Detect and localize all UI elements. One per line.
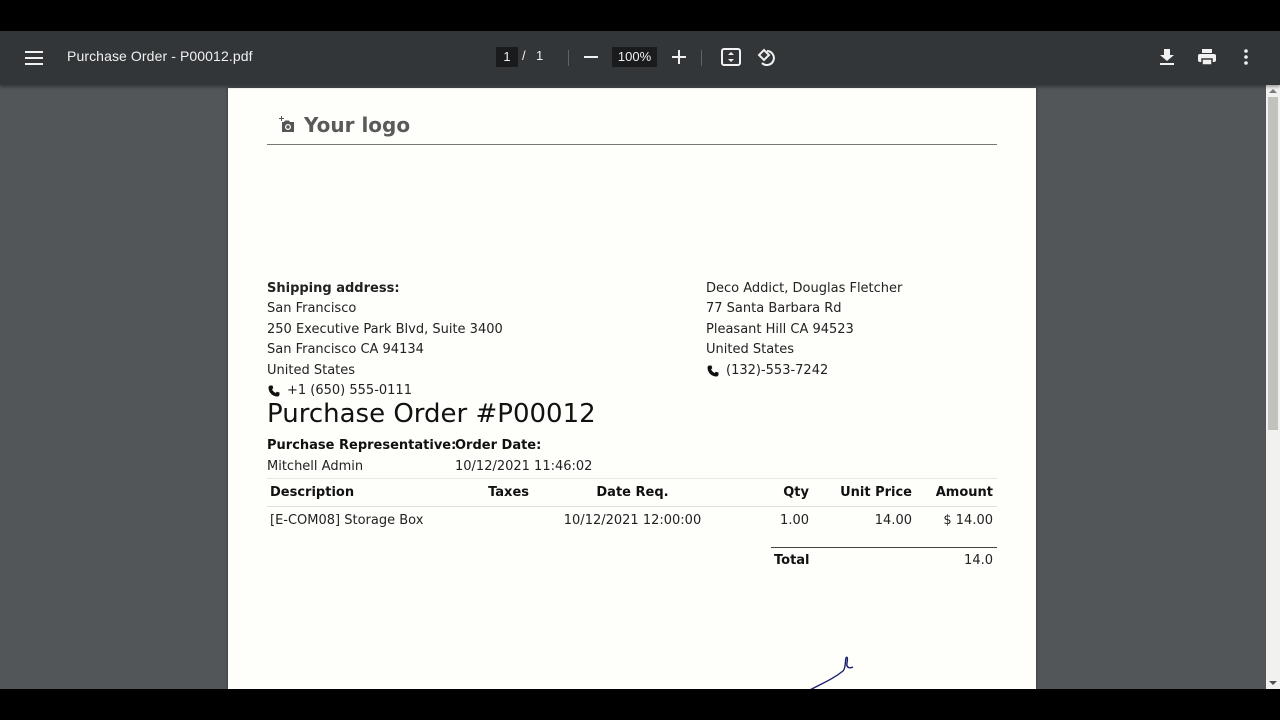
download-button[interactable]	[1154, 44, 1180, 70]
address-line: Pleasant Hill CA 94523	[706, 321, 854, 337]
vendor-address: Deco Addict, Douglas Fletcher 77 Santa B…	[706, 279, 902, 381]
phone-icon	[268, 385, 280, 397]
pdf-viewer-area[interactable]: Your logo Shipping address: San Francisc…	[0, 85, 1266, 689]
column-header: Date Req.	[533, 478, 733, 507]
rotate-icon	[757, 48, 775, 66]
cell-taxes	[447, 507, 533, 535]
address-line: Deco Addict, Douglas Fletcher	[706, 281, 903, 296]
address-line: United States	[267, 362, 356, 378]
fit-to-page-button[interactable]	[718, 44, 744, 70]
address-line: 77 Santa Barbara Rd	[706, 301, 842, 317]
column-header: Amount	[916, 478, 997, 507]
cell-amount: $ 14.00	[943, 513, 993, 529]
fit-to-page-icon	[721, 48, 741, 66]
total-divider	[771, 547, 997, 548]
cell-date-req: 10/12/2021 12:00:00	[563, 513, 702, 529]
header-divider	[267, 144, 997, 145]
total-value: 14.0	[964, 553, 993, 568]
vendor-phone: (132)-553-7242	[706, 361, 902, 381]
menu-button[interactable]	[17, 41, 51, 75]
table-header-row: Description Taxes Date Req. Qty Unit Pri…	[267, 478, 997, 507]
phone-number: (132)-553-7242	[726, 362, 829, 378]
shipping-address: Shipping address: San Francisco 250 Exec…	[267, 279, 503, 401]
total-label: Total	[774, 553, 810, 568]
toolbar-divider	[568, 50, 569, 66]
toolbar-divider	[701, 50, 702, 66]
scroll-up-arrow-icon[interactable]	[1269, 89, 1277, 93]
minus-icon	[584, 56, 598, 58]
table-row: [E-COM08] Storage Box 10/12/2021 12:00:0…	[267, 507, 997, 535]
page-total: 1	[536, 48, 544, 63]
shipping-address-label: Shipping address:	[267, 281, 400, 296]
order-lines-table: Description Taxes Date Req. Qty Unit Pri…	[267, 478, 997, 535]
cell-qty: 1.00	[780, 513, 809, 529]
purchase-order-title: Purchase Order #P00012	[267, 399, 596, 429]
address-line: 250 Executive Park Blvd, Suite 3400	[267, 321, 503, 337]
address-line: San Francisco	[267, 301, 357, 317]
top-letterbox	[0, 0, 1280, 31]
more-options-button[interactable]	[1233, 44, 1259, 70]
page-separator: /	[522, 48, 526, 63]
zoom-in-button[interactable]	[666, 44, 692, 70]
phone-icon	[707, 365, 719, 377]
plus-icon	[672, 50, 686, 64]
vertical-scrollbar[interactable]	[1266, 85, 1280, 689]
address-line: United States	[706, 342, 795, 358]
more-vert-icon	[1244, 49, 1248, 65]
pdf-toolbar: Purchase Order - P00012.pdf 1 / 1 100%	[0, 31, 1280, 85]
company-logo: Your logo	[278, 113, 410, 137]
print-button[interactable]	[1194, 44, 1220, 70]
logo-text: Your logo	[304, 113, 411, 137]
zoom-level-input[interactable]: 100%	[612, 47, 657, 67]
representative-label: Purchase Representative:	[267, 438, 457, 453]
cell-description: [E-COM08] Storage Box	[270, 513, 424, 529]
column-header: Qty	[733, 478, 813, 507]
pdf-page: Your logo Shipping address: San Francisc…	[228, 88, 1036, 689]
representative-value: Mitchell Admin	[267, 459, 364, 474]
menu-icon	[25, 51, 43, 65]
page-number-input[interactable]: 1	[496, 47, 518, 67]
scroll-down-arrow-icon[interactable]	[1269, 681, 1277, 685]
zoom-out-button[interactable]	[578, 44, 604, 70]
bottom-letterbox	[0, 689, 1280, 720]
order-date-value: 10/12/2021 11:46:02	[455, 459, 593, 474]
signature-image	[810, 656, 854, 689]
cell-unit-price: 14.00	[874, 513, 912, 529]
rotate-button[interactable]	[753, 44, 779, 70]
address-line: San Francisco CA 94134	[267, 342, 424, 358]
download-icon	[1160, 49, 1174, 65]
column-header: Description	[267, 478, 447, 507]
scrollbar-thumb[interactable]	[1268, 97, 1278, 430]
document-title: Purchase Order - P00012.pdf	[67, 48, 253, 64]
column-header: Taxes	[447, 478, 533, 507]
print-icon	[1198, 49, 1216, 65]
camera-icon	[279, 116, 294, 132]
column-header: Unit Price	[813, 478, 916, 507]
order-date-label: Order Date:	[455, 438, 542, 453]
